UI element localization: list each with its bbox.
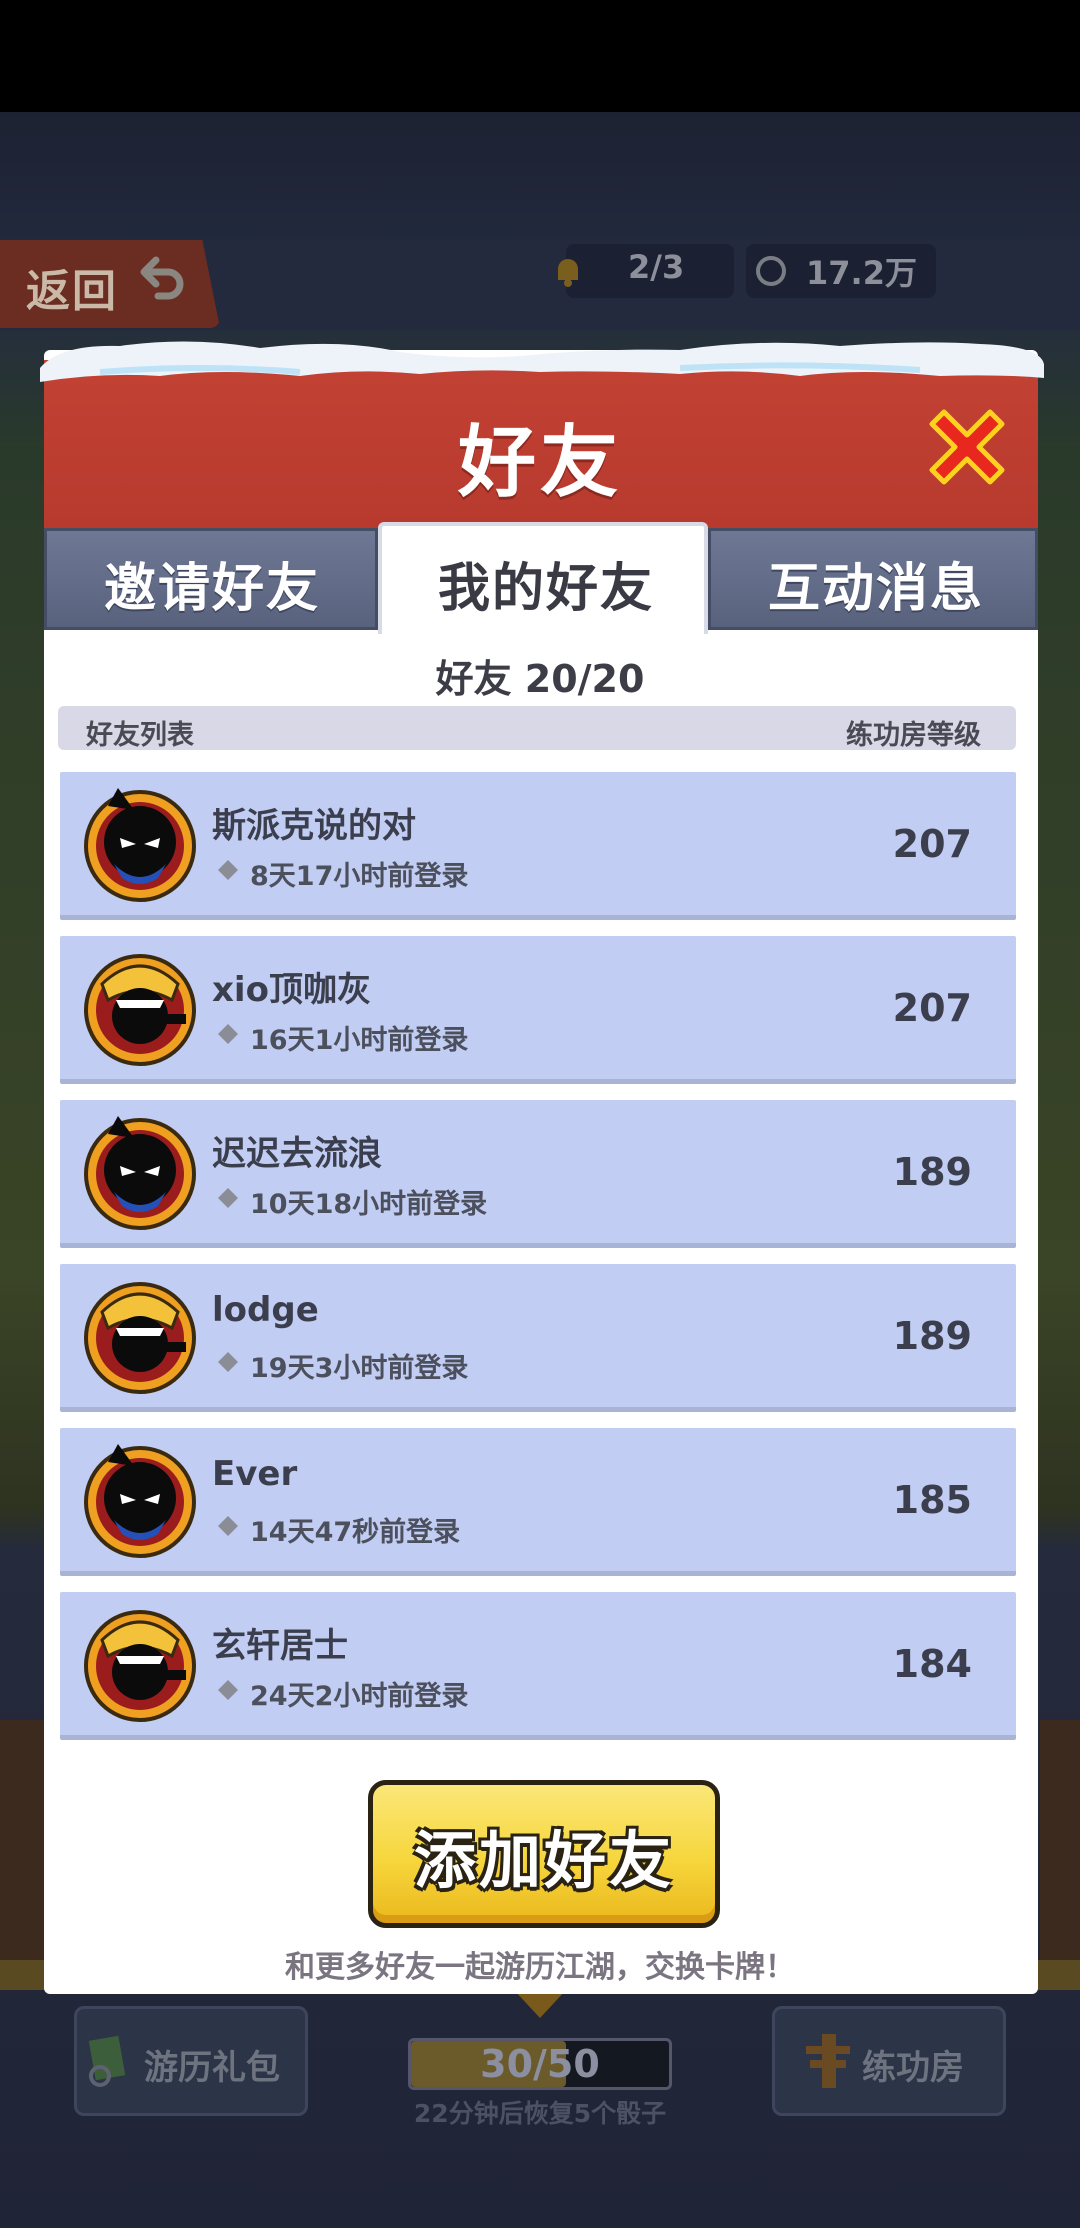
diamond-icon: [218, 860, 238, 880]
friend-list-header-left: 好友列表: [86, 720, 194, 751]
gift-map-icon: [88, 2035, 126, 2087]
friend-name: 玄轩居士: [212, 1626, 348, 1666]
friend-last-login: 16天1小时前登录: [250, 1025, 469, 1056]
coin-icon: [756, 256, 786, 286]
friend-count: 好友 20/20: [435, 657, 645, 701]
lion-dance-avatar: [84, 1282, 196, 1394]
return-arrow-icon: [140, 256, 184, 300]
tab-invite-friends-label: 邀请好友: [103, 559, 320, 619]
background-pillar-right: [1040, 1720, 1080, 1980]
friend-level: 207: [892, 822, 972, 866]
tab-interaction-messages-label: 互动消息: [767, 559, 984, 619]
friend-level: 184: [892, 1642, 972, 1686]
snow-decoration: [40, 341, 1044, 382]
friend-name: lodge: [212, 1290, 319, 1330]
friend-last-login: 19天3小时前登录: [250, 1353, 469, 1384]
diamond-icon: [218, 1680, 238, 1700]
lion-dance-avatar: [84, 1610, 196, 1722]
friend-level: 185: [892, 1478, 972, 1522]
add-friend-hint: 和更多好友一起游历江湖，交换卡牌！: [285, 1950, 795, 1985]
friend-level: 207: [892, 986, 972, 1030]
friend-list-header-right: 练功房等级: [846, 720, 981, 751]
friend-last-login: 10天18小时前登录: [250, 1189, 488, 1220]
ninja-avatar: [84, 788, 196, 902]
tab-my-friends-label: 我的好友: [437, 559, 654, 619]
wooden-dummy-icon: [806, 2034, 850, 2088]
dice-progress-text: 30/50: [480, 2042, 600, 2086]
dice-recovery-text: 22分钟后恢复5个骰子: [413, 2099, 667, 2128]
friend-name: 斯派克说的对: [212, 806, 416, 846]
friend-row[interactable]: 迟迟去流浪 10天18小时前登录 189: [60, 1100, 1016, 1248]
friend-row[interactable]: 斯派克说的对 8天17小时前登录 207: [60, 772, 1016, 920]
friend-name: Ever: [212, 1454, 298, 1494]
friend-level: 189: [892, 1150, 972, 1194]
friend-row[interactable]: xio顶咖灰 16天1小时前登录 207: [60, 936, 1016, 1084]
down-arrow-icon: [514, 1990, 566, 2018]
diamond-icon: [218, 1024, 238, 1044]
friend-row[interactable]: 玄轩居士 24天2小时前登录 184: [60, 1592, 1016, 1740]
close-icon[interactable]: [924, 404, 1010, 490]
friend-name: xio顶咖灰: [212, 970, 371, 1010]
back-button-label: 返回: [26, 266, 118, 317]
bell-icon: [558, 259, 578, 287]
add-friend-label: 添加好友: [413, 1824, 674, 1897]
friend-row[interactable]: Ever 14天47秒前登录 185: [60, 1428, 1016, 1576]
travel-gift-label: 游历礼包: [144, 2048, 280, 2088]
energy-count: 2/3: [628, 248, 685, 286]
ninja-avatar: [84, 1444, 196, 1558]
friend-last-login: 14天47秒前登录: [250, 1517, 461, 1548]
friend-last-login: 24天2小时前登录: [250, 1681, 469, 1712]
dialog-title: 好友: [457, 418, 622, 508]
ninja-avatar: [84, 1116, 196, 1230]
lion-dance-avatar: [84, 954, 196, 1066]
coins-count: 17.2万: [806, 254, 917, 292]
friend-level: 189: [892, 1314, 972, 1358]
friend-name: 迟迟去流浪: [212, 1134, 382, 1174]
diamond-icon: [218, 1188, 238, 1208]
friend-last-login: 8天17小时前登录: [250, 861, 469, 892]
status-bar: [0, 0, 1080, 112]
friend-row[interactable]: lodge 19天3小时前登录 189: [60, 1264, 1016, 1412]
diamond-icon: [218, 1352, 238, 1372]
background-pillar-left: [0, 1720, 44, 1980]
diamond-icon: [218, 1516, 238, 1536]
training-room-label: 练功房: [862, 2048, 964, 2088]
